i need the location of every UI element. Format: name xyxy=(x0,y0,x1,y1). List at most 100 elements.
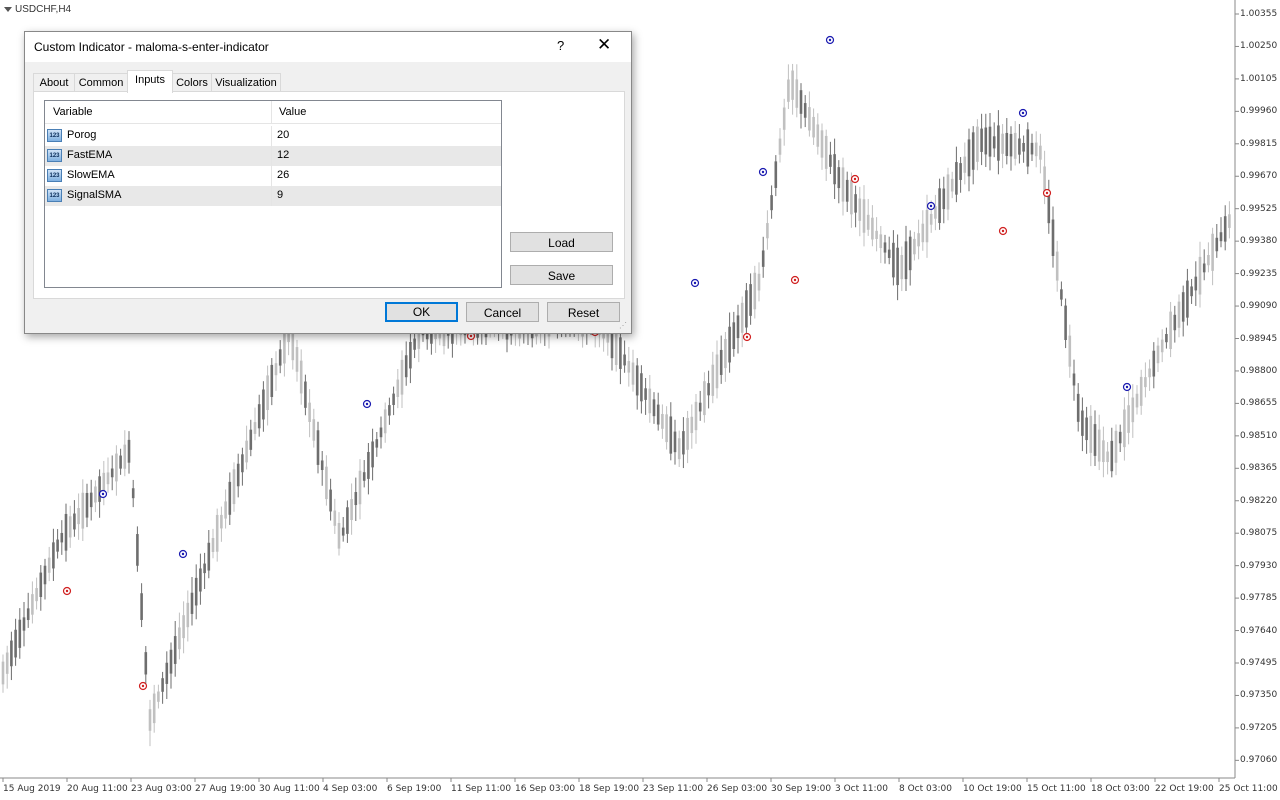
candle-body xyxy=(774,161,778,188)
tab-visualization[interactable]: Visualization xyxy=(211,73,281,92)
candle-body xyxy=(1009,133,1013,157)
price-label: 0.99380 xyxy=(1240,236,1278,247)
candle-body xyxy=(661,413,664,429)
time-label: 30 Aug 11:00 xyxy=(259,784,320,794)
candle-body xyxy=(224,501,227,519)
candle-body xyxy=(131,488,135,499)
price-label: 0.99815 xyxy=(1240,138,1278,149)
price-label: 0.99670 xyxy=(1240,171,1278,182)
candle-body xyxy=(26,608,30,621)
candle-body xyxy=(236,463,240,487)
candle-body xyxy=(396,379,400,397)
candle-body xyxy=(190,592,194,614)
candle-body xyxy=(988,126,992,157)
candle-body xyxy=(5,652,9,674)
help-button[interactable]: ? xyxy=(557,38,564,53)
price-label: 0.97060 xyxy=(1240,755,1278,766)
column-divider[interactable] xyxy=(271,101,272,123)
candle-body xyxy=(404,355,408,378)
ok-button[interactable]: OK xyxy=(385,302,458,322)
candle-body xyxy=(295,347,299,372)
input-row-fastema[interactable]: 123 FastEMA 12 xyxy=(45,146,501,166)
input-value[interactable]: 9 xyxy=(277,189,283,201)
buy-signal-dot xyxy=(101,492,105,496)
input-row-porog[interactable]: 123 Porog 20 xyxy=(45,126,501,146)
candle-body xyxy=(316,430,320,465)
input-row-slowema[interactable]: 123 SlowEMA 26 xyxy=(45,166,501,186)
tab-about[interactable]: About xyxy=(33,73,75,92)
integer-type-icon: 123 xyxy=(47,189,62,202)
price-label: 0.98365 xyxy=(1240,463,1278,474)
candle-body xyxy=(871,217,874,240)
candle-body xyxy=(1039,145,1042,160)
candle-body xyxy=(917,233,920,247)
candle-body xyxy=(312,419,316,441)
tab-inputs[interactable]: Inputs xyxy=(127,70,173,93)
candle-body xyxy=(707,383,710,396)
dropdown-triangle-icon[interactable] xyxy=(4,7,12,12)
candle-body xyxy=(232,469,236,505)
candle-body xyxy=(1127,405,1130,433)
price-label: 0.97785 xyxy=(1240,593,1278,604)
candle-body xyxy=(354,492,358,506)
candle-body xyxy=(1202,263,1206,273)
input-value[interactable]: 26 xyxy=(277,169,289,181)
integer-type-icon: 123 xyxy=(47,149,62,162)
cancel-button[interactable]: Cancel xyxy=(466,302,539,322)
candle-body xyxy=(68,516,72,538)
candle-body xyxy=(1097,429,1101,462)
candle-body xyxy=(862,199,866,233)
tab-common[interactable]: Common xyxy=(74,73,128,92)
candle-body xyxy=(127,439,131,463)
column-header-value[interactable]: Value xyxy=(279,106,306,118)
candle-body xyxy=(52,542,55,569)
candle-body xyxy=(371,441,374,468)
candle-body xyxy=(858,198,862,221)
candle-body xyxy=(392,393,395,405)
dialog-title: Custom Indicator - maloma-s-enter-indica… xyxy=(34,40,269,54)
column-header-variable[interactable]: Variable xyxy=(53,106,93,118)
candle-body xyxy=(245,440,248,463)
candle-body xyxy=(749,284,752,316)
dialog-titlebar[interactable]: Custom Indicator - maloma-s-enter-indica… xyxy=(25,32,631,62)
candle-body xyxy=(745,290,748,328)
candle-body xyxy=(35,588,38,602)
price-label: 0.98220 xyxy=(1240,495,1278,506)
candle-body xyxy=(77,508,80,525)
candle-body xyxy=(984,127,988,155)
time-label: 16 Sep 03:00 xyxy=(515,784,576,794)
sell-signal-dot xyxy=(853,177,857,181)
candle-body xyxy=(892,242,895,278)
candle-body xyxy=(194,577,198,606)
resize-grip-icon[interactable]: ⋰ xyxy=(619,321,627,330)
reset-button[interactable]: Reset xyxy=(547,302,620,322)
candle-body xyxy=(1207,255,1210,266)
candle-body xyxy=(967,139,971,177)
save-button[interactable]: Save xyxy=(510,265,613,285)
candle-body xyxy=(829,154,832,167)
candle-body xyxy=(1089,415,1093,453)
input-value[interactable]: 12 xyxy=(277,149,289,161)
load-button[interactable]: Load xyxy=(510,232,613,252)
close-button[interactable]: ✕ xyxy=(597,35,611,55)
candle-body xyxy=(644,388,647,400)
input-value[interactable]: 20 xyxy=(277,129,289,141)
candle-body xyxy=(199,568,202,592)
candle-body xyxy=(165,662,169,684)
candle-body xyxy=(60,532,64,543)
candle-body xyxy=(56,539,59,552)
candle-body xyxy=(913,238,916,255)
cell-divider xyxy=(271,126,272,146)
tab-colors[interactable]: Colors xyxy=(172,73,212,92)
time-label: 23 Aug 03:00 xyxy=(131,784,192,794)
candle-body xyxy=(375,439,379,448)
symbol-label[interactable]: USDCHF,H4 xyxy=(4,4,71,15)
candle-body xyxy=(22,617,26,631)
input-row-signalsma[interactable]: 123 SignalSMA 9 xyxy=(45,186,501,206)
candle-body xyxy=(896,247,899,286)
candle-body xyxy=(841,167,845,202)
price-label: 0.98075 xyxy=(1240,528,1278,539)
candle-body xyxy=(241,454,244,473)
sell-signal-dot xyxy=(65,589,69,593)
candle-body xyxy=(812,116,815,138)
